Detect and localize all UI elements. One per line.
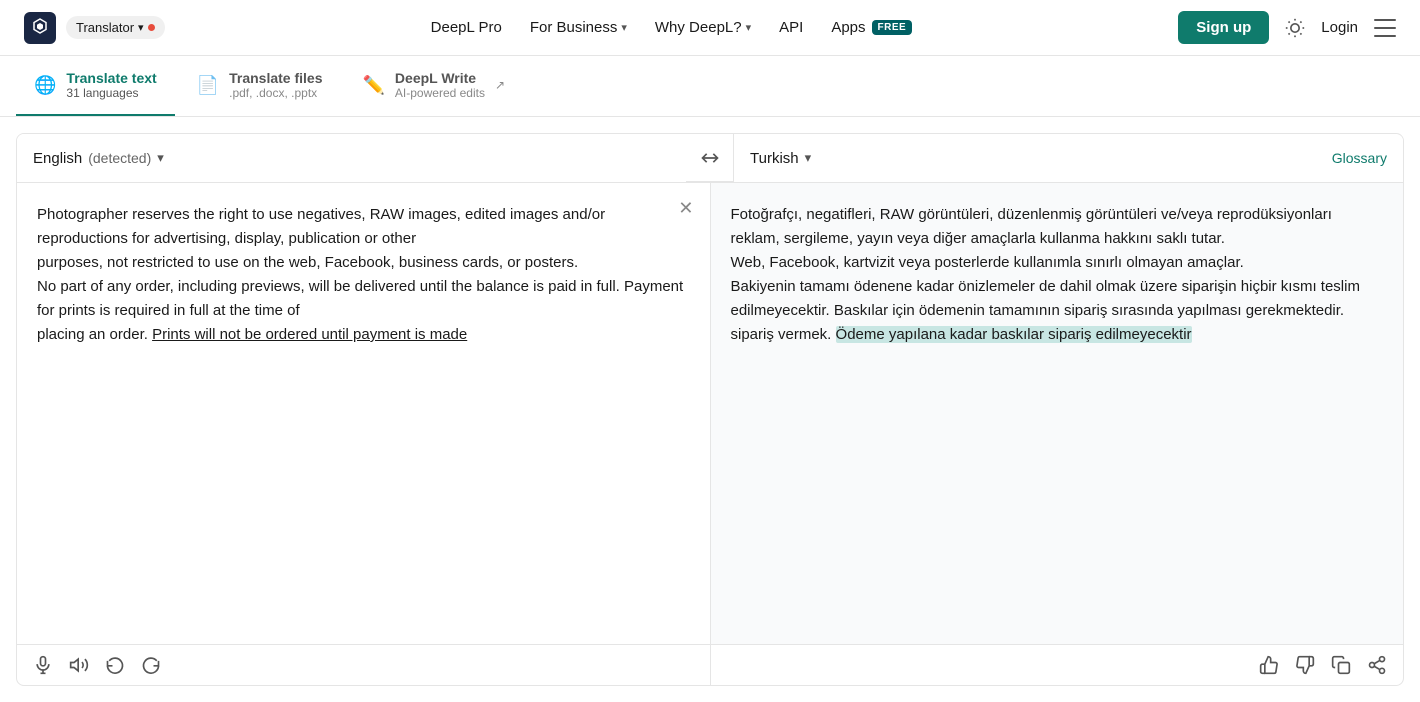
swap-btn-container [686,134,734,182]
nav-deepl-pro[interactable]: DeepL Pro [431,19,502,36]
header-right: Sign up Login [1178,11,1396,44]
source-language-selector[interactable]: English (detected) ▾ [33,150,164,167]
undo-button[interactable] [105,655,125,675]
tab-main-label: Translate text [66,70,156,86]
tab-sub-label: .pdf, .docx, .pptx [229,86,322,100]
thumbs-down-button[interactable] [1295,655,1315,675]
target-toolbar [711,645,1404,685]
tab-main-label: DeepL Write [395,70,485,86]
source-text-area[interactable]: ✕ Photographer reserves the right to use… [17,183,711,644]
tab-translate-files[interactable]: 📄 Translate files .pdf, .docx, .pptx [179,56,341,116]
nav-api[interactable]: API [779,19,803,36]
tab-sub-label: AI-powered edits [395,86,485,100]
translated-highlighted-text: Ödeme yapılana kadar baskılar sipariş ed… [836,326,1192,343]
translated-text: Fotoğrafçı, negatifleri, RAW görüntüleri… [731,203,1384,347]
document-icon: 📄 [197,75,219,96]
redo-button[interactable] [141,655,161,675]
swap-languages-button[interactable] [700,148,720,168]
detected-label: (detected) [88,150,151,166]
bottom-toolbars [17,644,1403,685]
tab-text-group: Translate text 31 languages [66,70,156,100]
glossary-link[interactable]: Glossary [1332,150,1387,166]
main-container: 🌐 Translate text 31 languages 📄 Translat… [0,56,1420,702]
header: Translator ▾ DeepL Pro For Business ▾ Wh… [0,0,1420,56]
tab-translate-text[interactable]: 🌐 Translate text 31 languages [16,56,175,116]
translator-badge[interactable]: Translator ▾ [66,16,165,39]
target-text-area: Fotoğrafçı, negatifleri, RAW görüntüleri… [711,183,1404,644]
login-link[interactable]: Login [1321,19,1358,36]
chevron-down-icon: ▾ [138,21,144,34]
hamburger-menu-button[interactable] [1374,19,1396,37]
target-lang-name: Turkish [750,150,799,167]
free-badge: FREE [872,20,913,35]
thumbs-up-button[interactable] [1259,655,1279,675]
target-language-selector[interactable]: Turkish ▾ [750,150,811,167]
lang-chevron-icon: ▾ [157,150,164,166]
globe-icon: 🌐 [34,75,56,96]
red-dot [148,24,155,31]
nav-links: DeepL Pro For Business ▾ Why DeepL? ▾ AP… [197,19,1147,36]
tab-main-label: Translate files [229,70,322,86]
speaker-button[interactable] [69,655,89,675]
nav-why-deepl[interactable]: Why DeepL? ▾ [655,19,751,36]
logo-area: Translator ▾ [24,12,165,44]
deepl-logo[interactable] [24,12,56,44]
language-bars-row: English (detected) ▾ Turkish ▾ [17,134,1403,183]
share-button[interactable] [1367,655,1387,675]
pen-icon: ✏️ [363,75,385,96]
nav-apps[interactable]: Apps FREE [831,19,912,36]
chevron-icon: ▾ [621,21,627,34]
source-lang-name: English [33,150,82,167]
tab-deepl-write[interactable]: ✏️ DeepL Write AI-powered edits ↗ [345,56,524,116]
clear-button[interactable]: ✕ [678,199,693,217]
tab-text-group: Translate files .pdf, .docx, .pptx [229,70,322,100]
tabs-bar: 🌐 Translate text 31 languages 📄 Translat… [0,56,1420,117]
theme-toggle-button[interactable] [1285,18,1305,38]
source-lang-bar: English (detected) ▾ [17,134,686,182]
signup-button[interactable]: Sign up [1178,11,1269,44]
translator-label: Translator [76,20,134,35]
lang-chevron-icon: ▾ [805,150,812,166]
chevron-icon: ▾ [746,21,752,34]
copy-button[interactable] [1331,655,1351,675]
source-text: Photographer reserves the right to use n… [37,203,690,347]
target-lang-bar: Turkish ▾ Glossary [734,134,1403,182]
tab-text-group: DeepL Write AI-powered edits [395,70,485,100]
source-toolbar [17,645,711,685]
tab-sub-label: 31 languages [66,86,156,100]
microphone-button[interactable] [33,655,53,675]
nav-for-business[interactable]: For Business ▾ [530,19,627,36]
translator-wrapper: English (detected) ▾ Turkish ▾ [16,133,1404,686]
source-highlighted-text: Prints will not be ordered until payment… [152,326,467,343]
external-link-icon: ↗ [495,78,505,92]
panes-row: ✕ Photographer reserves the right to use… [17,183,1403,644]
